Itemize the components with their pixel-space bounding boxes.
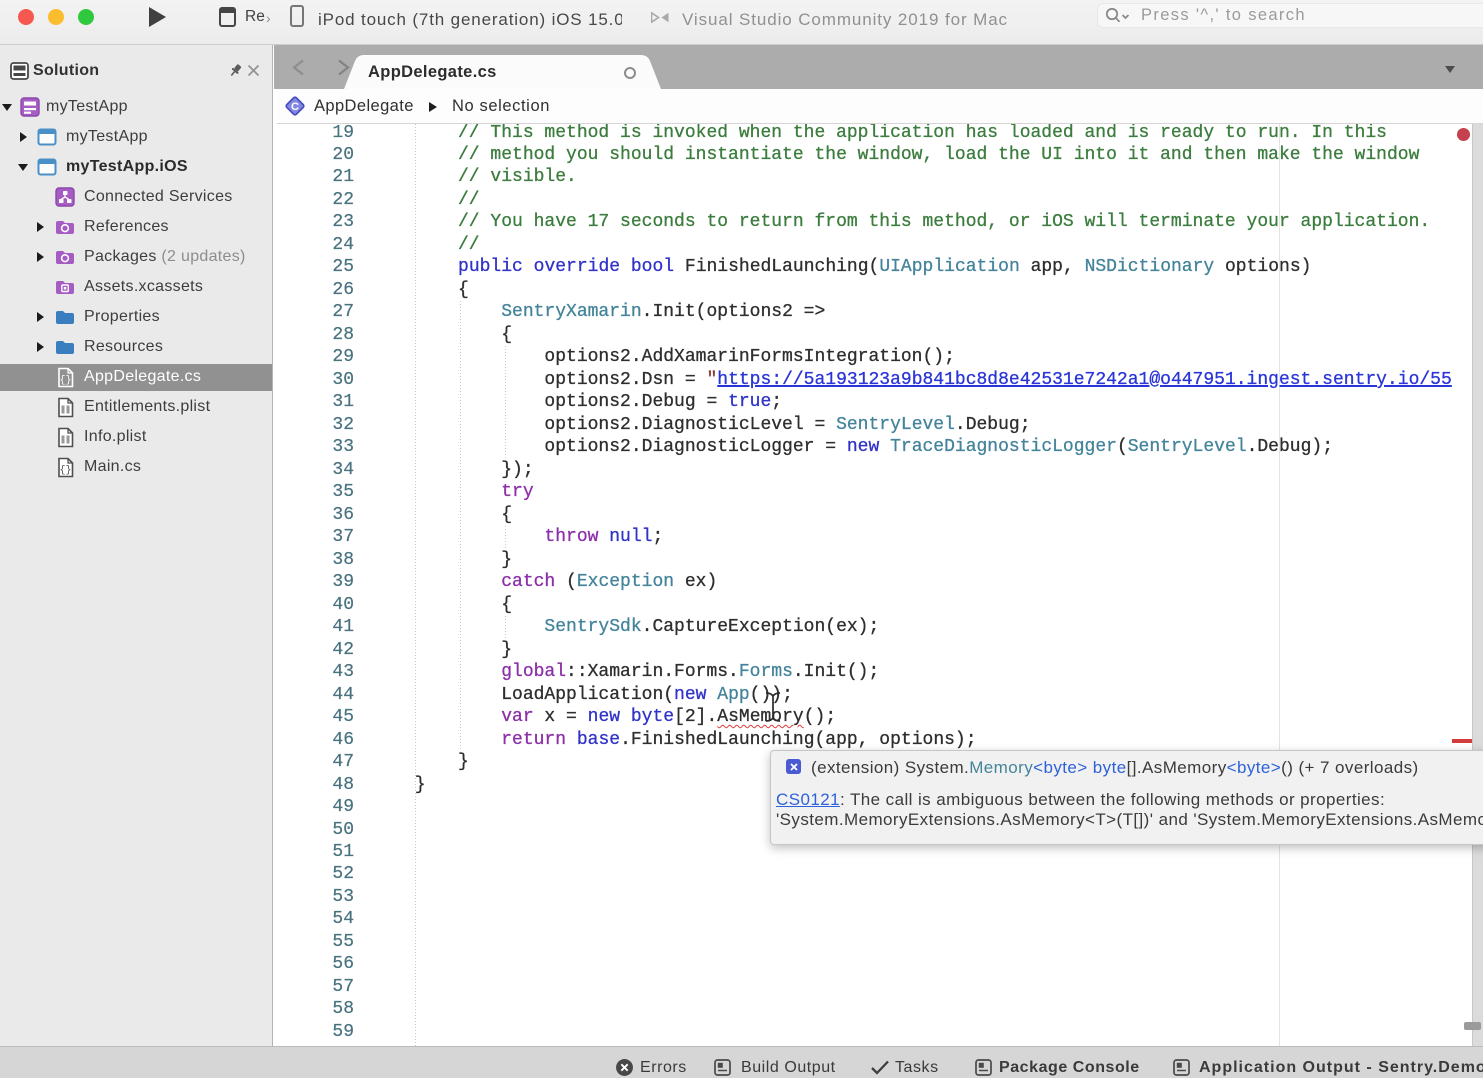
svg-text:C: C [291, 101, 299, 113]
svg-text:{}: {} [59, 375, 71, 387]
svg-text:{}: {} [59, 465, 71, 477]
